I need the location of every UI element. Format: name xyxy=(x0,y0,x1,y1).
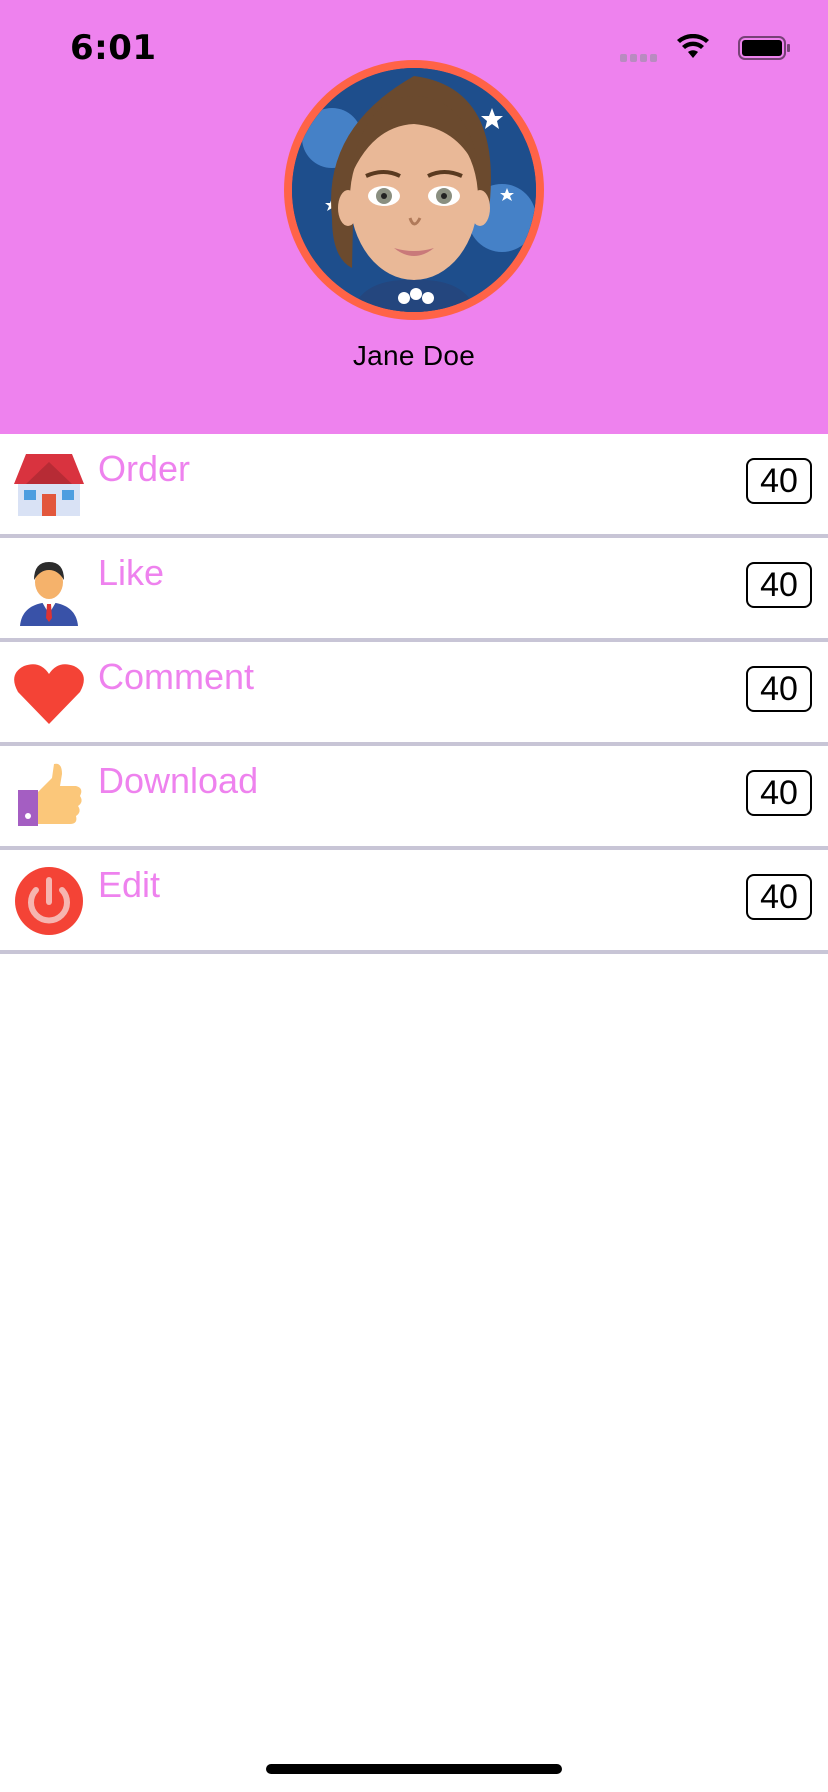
user-name: Jane Doe xyxy=(352,340,476,371)
status-time: 6:01 xyxy=(70,28,157,68)
avatar-image xyxy=(292,68,536,312)
menu-item-like[interactable]: Like 40 xyxy=(0,538,828,642)
count-badge: 40 xyxy=(746,666,812,712)
menu-item-order[interactable]: Order 40 xyxy=(0,434,828,538)
count-badge: 40 xyxy=(746,458,812,504)
person-icon xyxy=(20,562,78,626)
menu-item-label: Like xyxy=(98,552,165,593)
power-icon xyxy=(15,867,83,935)
menu-item-label: Edit xyxy=(98,864,161,905)
count-badge: 40 xyxy=(746,874,812,920)
profile-header: 6:01 Jane Doe xyxy=(0,0,828,434)
menu-item-label: Comment xyxy=(98,656,255,697)
menu-item-label: Order xyxy=(98,448,191,489)
wifi-icon xyxy=(677,34,709,58)
avatar[interactable] xyxy=(284,60,544,320)
home-indicator[interactable] xyxy=(266,1764,562,1774)
count-badge: 40 xyxy=(746,770,812,816)
count-badge: 40 xyxy=(746,562,812,608)
menu-list: Order 40 Like 40 Comment 40 Download 40 xyxy=(0,434,828,954)
battery-icon xyxy=(738,36,790,60)
house-icon xyxy=(14,454,84,516)
thumbs-up-icon xyxy=(18,763,82,826)
menu-item-label: Download xyxy=(98,760,259,801)
menu-item-comment[interactable]: Comment 40 xyxy=(0,642,828,746)
menu-item-edit[interactable]: Edit 40 xyxy=(0,850,828,954)
heart-icon xyxy=(14,664,84,724)
cellular-signal-icon xyxy=(620,52,660,62)
menu-item-download[interactable]: Download 40 xyxy=(0,746,828,850)
